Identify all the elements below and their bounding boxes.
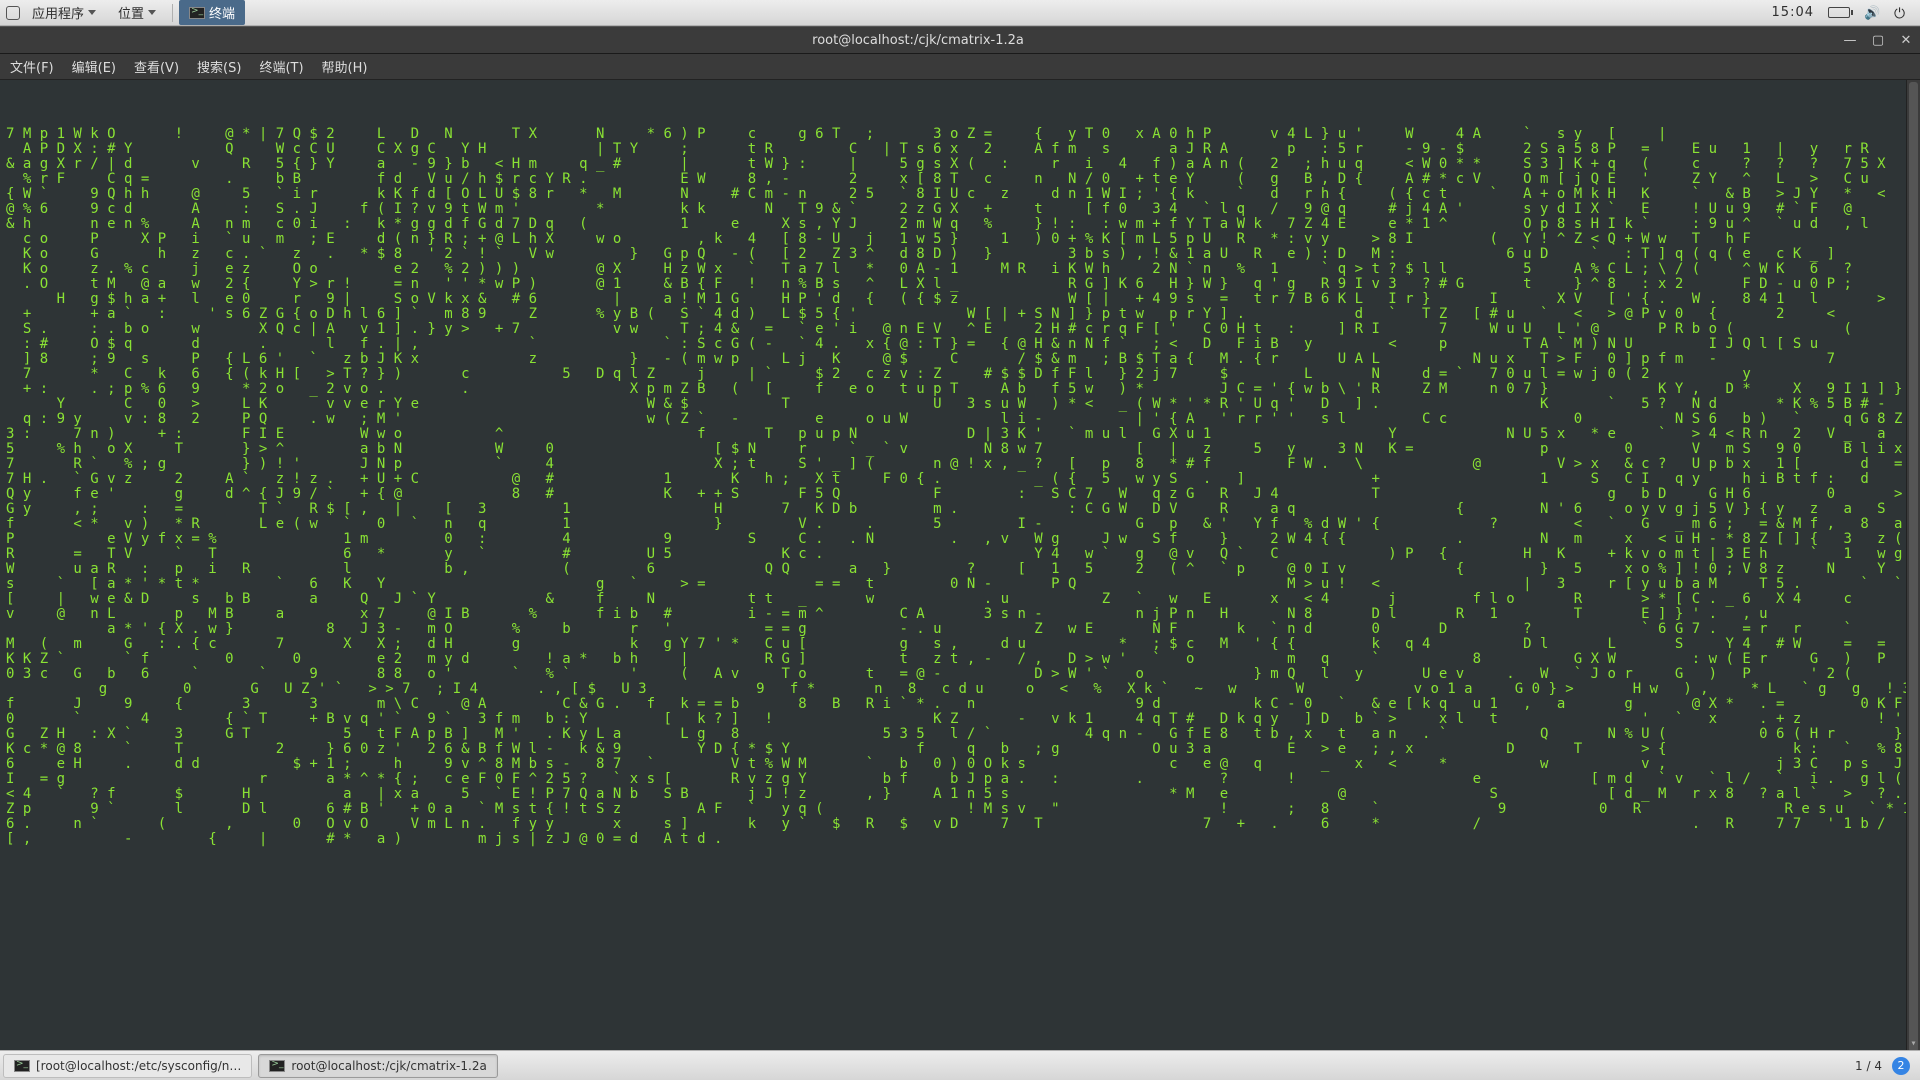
- matrix-row: s ` [ a * ' * t * ` 6 K Y g ` > = = = t …: [6, 577, 1914, 592]
- matrix-row: 0 3 c G b 6 ` ` 9 8 8 o ' ` % ` ' ( A v …: [6, 667, 1914, 682]
- matrix-row: A P D X : # Y Q W c C U C X g C Y H | T …: [6, 142, 1914, 157]
- titlebar[interactable]: root@localhost:/cjk/cmatrix-1.2a — ▢ ✕: [0, 26, 1920, 54]
- matrix-row: M ( m G : . { c 7 X X ; d H g k g Y 7 ' …: [6, 637, 1914, 652]
- top-panel: 应用程序 位置 终端 15:04: [0, 0, 1920, 26]
- matrix-row: K c * @ 8 ` T 2 } 6 0 z ' 2 6 & B f W l …: [6, 742, 1914, 757]
- applications-menu[interactable]: 应用程序: [22, 0, 106, 25]
- matrix-row: & h n e n % A n m c 0 i : k * g g d f G …: [6, 217, 1914, 232]
- task-button-1[interactable]: [root@localhost:/etc/sysconfig/n…: [3, 1054, 252, 1078]
- terminal-content[interactable]: ▴ ▾ 7 M p 1 W k O ! @ * | 7 Q $ 2 L D N …: [0, 80, 1920, 1050]
- menu-edit[interactable]: 编辑(E): [72, 57, 116, 76]
- chevron-down-icon: [148, 10, 156, 15]
- task-label: [root@localhost:/etc/sysconfig/n…: [36, 1059, 241, 1073]
- menubar: 文件(F) 编辑(E) 查看(V) 搜索(S) 终端(T) 帮助(H): [0, 54, 1920, 80]
- matrix-row: { W ` 9 Q h h @ 5 ` i r k K f d [ O L U …: [6, 187, 1914, 202]
- matrix-row: 7 H . ` G v z 2 A ` z ! z . + U + C @ # …: [6, 472, 1914, 487]
- workspace-indicator[interactable]: 1 / 4: [1855, 1059, 1882, 1073]
- matrix-row: 6 . n ` ( , 0 O v O V m L n . f y y x s …: [6, 817, 1914, 832]
- panel-divider: [172, 4, 173, 22]
- matrix-row: c o P X P i ` u m ; E d ( n } R ; + @ L …: [6, 232, 1914, 247]
- matrix-row: I = g r a * ^ * { ; c e F 0 F ^ 2 5 ? ` …: [6, 772, 1914, 787]
- task-label: root@localhost:/cjk/cmatrix-1.2a: [291, 1059, 486, 1073]
- matrix-row: G y , ; : = T ` R $ [ , | [ 3 1 H 7 K D …: [6, 502, 1914, 517]
- matrix-row: & a g X r / | d v R 5 { } Y a - 9 } b < …: [6, 157, 1914, 172]
- terminal-icon: [189, 7, 205, 19]
- matrix-row: @ % 6 9 c d A : S . J f ( I ? v 9 t W m …: [6, 202, 1914, 217]
- matrix-row: H g $ h a + l e 0 r 9 | S o V k x & # 6 …: [6, 292, 1914, 307]
- menu-search[interactable]: 搜索(S): [197, 57, 241, 76]
- taskbar: [root@localhost:/etc/sysconfig/n… root@l…: [0, 1050, 1920, 1080]
- matrix-row: K o z . % c j e z O o e 2 % 2 ) ) ) @ X …: [6, 262, 1914, 277]
- matrix-row: : # O $ q d . l f . | , ` ` : S c G ( - …: [6, 337, 1914, 352]
- close-button[interactable]: ✕: [1892, 33, 1920, 48]
- matrix-row: Q y f e ' g d ^ { J 9 / ` + { @ 8 # K + …: [6, 487, 1914, 502]
- active-window-label: 终端: [209, 3, 235, 22]
- taskbar-right: 1 / 4 2: [1855, 1057, 1920, 1075]
- matrix-row: 7 * C k 6 { ( k H [ > T ? } ) c 5 D q l …: [6, 367, 1914, 382]
- panel-left: 应用程序 位置 终端: [0, 0, 245, 25]
- matrix-row: 7 R ` % ; g } ) ! ' J N p ` 4 X ; t S ' …: [6, 457, 1914, 472]
- applications-label: 应用程序: [32, 3, 84, 22]
- places-label: 位置: [118, 3, 144, 22]
- minimize-button[interactable]: —: [1836, 33, 1864, 48]
- matrix-row: [ | w e & D s b B a Q J ` Y & f N t t _ …: [6, 592, 1914, 607]
- gnome-foot-icon: [6, 6, 20, 20]
- matrix-row: g 0 G U Z ' ` > > 7 ; I 4 . , [ $ U 3 9 …: [6, 682, 1914, 697]
- scrollbar[interactable]: ▴ ▾: [1906, 80, 1920, 1050]
- chevron-down-icon: [88, 10, 96, 15]
- matrix-row: + : . ; p % 6 9 * 2 o _ 2 v o . . X p m …: [6, 382, 1914, 397]
- speaker-icon[interactable]: [1864, 6, 1880, 20]
- matrix-row: 3 : 7 n ) + : F I E W w o ^ f T p u p N …: [6, 427, 1914, 442]
- matrix-row: S . : . b o w X Q c | A v 1 ] . } y > + …: [6, 322, 1914, 337]
- matrix-row: Y C 0 > L K v v e r Y e W & $ T U 3 s u …: [6, 397, 1914, 412]
- matrix-row: . O t M @ a w 2 { Y > r ! = n ' ' * w P …: [6, 277, 1914, 292]
- terminal-window: root@localhost:/cjk/cmatrix-1.2a — ▢ ✕ 文…: [0, 26, 1920, 1050]
- matrix-row: a * ' { X . w } 8 J 3 - m O % b r ' = = …: [6, 622, 1914, 637]
- matrix-row: K K Z ` ` f 0 0 e 2 m y d ! a * b h | R …: [6, 652, 1914, 667]
- menu-help[interactable]: 帮助(H): [322, 57, 368, 76]
- maximize-button[interactable]: ▢: [1864, 33, 1892, 48]
- window-title: root@localhost:/cjk/cmatrix-1.2a: [0, 33, 1836, 48]
- notification-badge[interactable]: 2: [1892, 1057, 1910, 1075]
- matrix-row: q : 9 y v : 8 2 P Q . w ; M ' w ( Z ` - …: [6, 412, 1914, 427]
- menu-terminal[interactable]: 终端(T): [259, 57, 303, 76]
- scroll-down-icon[interactable]: ▾: [1907, 1036, 1920, 1050]
- matrix-row: 6 e H . d d $ + 1 ; h 9 v ^ 8 M b s - 8 …: [6, 757, 1914, 772]
- matrix-row: < 4 ` ? f $ H a | x a 5 ` E ! P 7 Q a N …: [6, 787, 1914, 802]
- battery-icon[interactable]: [1828, 7, 1850, 18]
- matrix-row: 5 % h o X T } > ^ a b N W 0 [ $ N r ` _ …: [6, 442, 1914, 457]
- active-window-button[interactable]: 终端: [179, 0, 245, 25]
- matrix-row: + + a ` : ' s 6 Z G { o D h l 6 ] ` m 8 …: [6, 307, 1914, 322]
- matrix-row: f < * v ) * R L e ( w ` 0 ` n q 1 } V . …: [6, 517, 1914, 532]
- matrix-row: v @ n L p M B a x 7 @ I B % f i b # i - …: [6, 607, 1914, 622]
- menu-view[interactable]: 查看(V): [134, 57, 179, 76]
- matrix-row: R = T V ` T 6 * y ` # U 5 K c . Y 4 w ` …: [6, 547, 1914, 562]
- matrix-row: Z p 9 ` l D l 6 # B ' + 0 a ` M s t { ! …: [6, 802, 1914, 817]
- terminal-icon: [14, 1060, 30, 1072]
- matrix-row: ] 8 ; 9 s P { L 6 ' ` z b J K x z } - ( …: [6, 352, 1914, 367]
- matrix-row: P e V y f x = % 1 m 0 : 4 9 S C . . N . …: [6, 532, 1914, 547]
- scrollbar-thumb[interactable]: [1909, 82, 1918, 1050]
- task-button-2[interactable]: root@localhost:/cjk/cmatrix-1.2a: [258, 1054, 497, 1078]
- matrix-row: % r F C q = . b B f d V u / h $ r c Y R …: [6, 172, 1914, 187]
- matrix-row: 7 M p 1 W k O ! @ * | 7 Q $ 2 L D N T X …: [6, 127, 1914, 142]
- clock[interactable]: 15:04: [1772, 5, 1814, 20]
- menu-file[interactable]: 文件(F): [10, 57, 54, 76]
- matrix-row: G Z H : X ` 3 G T 5 t F A p B ] M ' . K …: [6, 727, 1914, 742]
- matrix-row: 0 ` 4 { ` T + B v q ' ` 9 ` 3 f m b : Y …: [6, 712, 1914, 727]
- places-menu[interactable]: 位置: [108, 0, 166, 25]
- power-icon[interactable]: [1894, 6, 1910, 20]
- matrix-row: W u a R : p i R l b , ( 6 Q Q a } ? [ 1 …: [6, 562, 1914, 577]
- matrix-row: K o G h z c . ` z . * $ 8 ' 2 ` ! ` V w …: [6, 247, 1914, 262]
- panel-right: 15:04: [1772, 5, 1920, 20]
- terminal-icon: [269, 1060, 285, 1072]
- matrix-row: [ , - { | # * a ) m j s | z J @ 0 = d A …: [6, 832, 1914, 847]
- matrix-row: f J 9 { 3 3 m \ C @ A C & G . f k = = b …: [6, 697, 1914, 712]
